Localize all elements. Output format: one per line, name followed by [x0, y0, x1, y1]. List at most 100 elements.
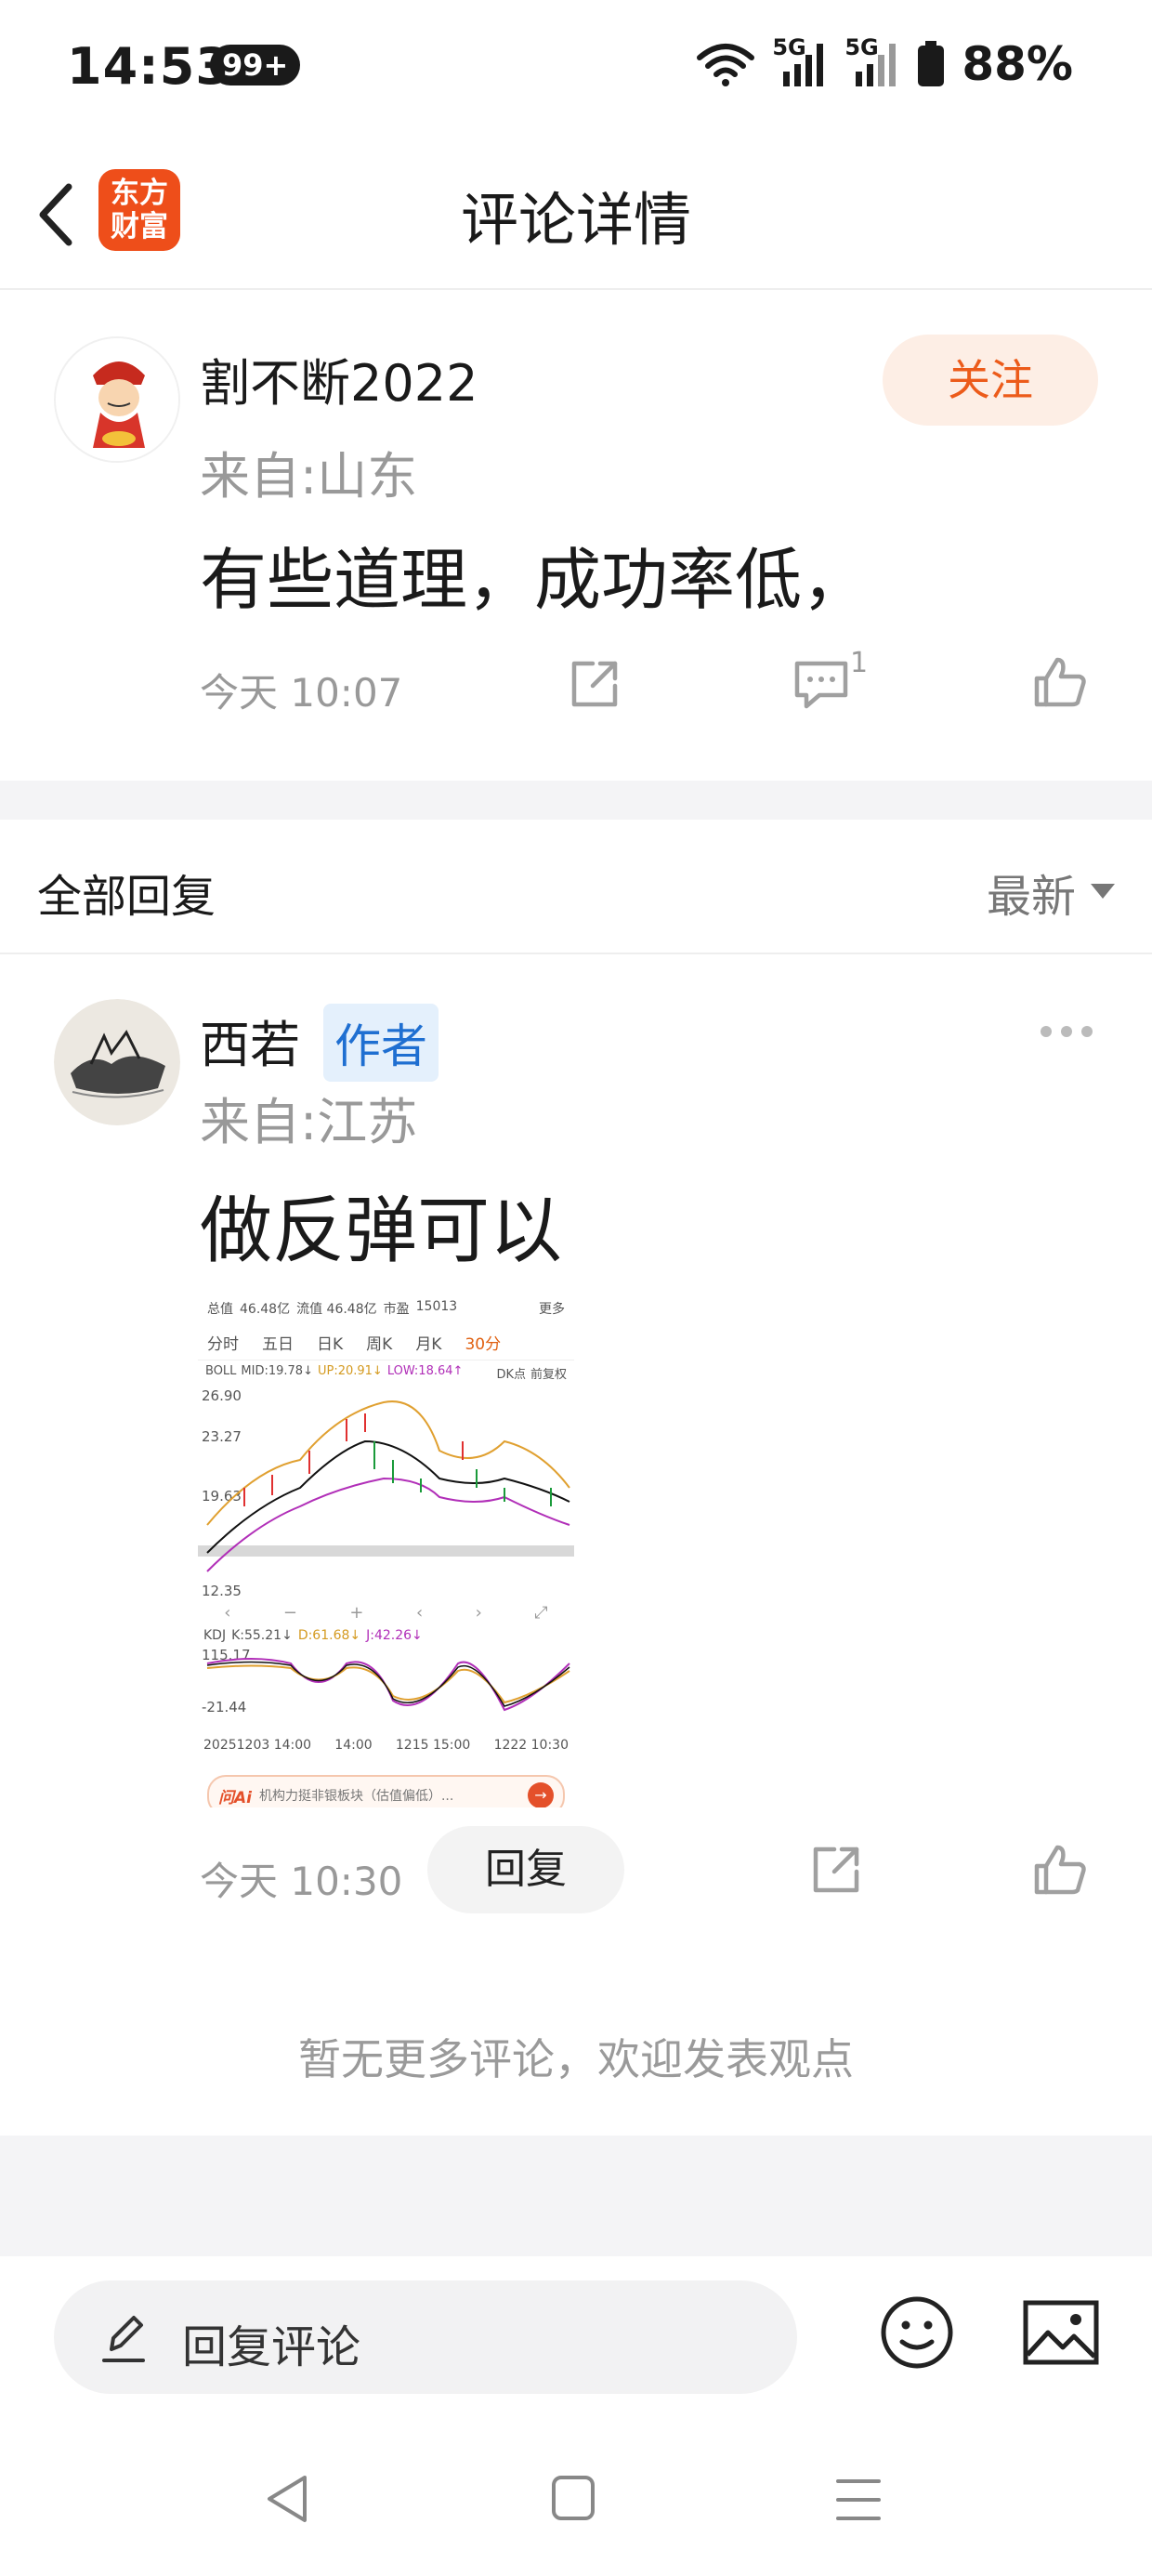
comment-content: 有些道理，成功率低，: [200, 541, 870, 619]
thumb-text: 1222 10:30: [493, 1738, 569, 1753]
nav-home-icon[interactable]: [550, 2474, 596, 2524]
author-badge: 作者: [323, 1004, 439, 1082]
thumb-tab: 周K: [366, 1335, 393, 1354]
reply-input-placeholder: 回复评论: [182, 2321, 361, 2373]
thumb-tab: 五日: [262, 1335, 294, 1354]
header: 东方 财富 评论详情: [0, 139, 1152, 290]
thumb-kdj-chart: 115.17 -21.44: [202, 1647, 570, 1715]
pencil-icon: [102, 2316, 145, 2362]
thumb-boll-low: [206, 1477, 570, 1572]
status-bar: 14:53 99+ 5G 5G 88%: [0, 0, 1152, 139]
thumb-text: KDJ: [203, 1628, 227, 1643]
signal-icon-2: 5G: [844, 34, 900, 88]
comment-time: 今天 10:07: [200, 670, 403, 716]
thumb-text: 前复权: [530, 1368, 567, 1382]
thumb-tabs: 分时 五日 日K 周K 月K 30分: [198, 1321, 574, 1360]
nav-back-icon[interactable]: [262, 2472, 312, 2526]
thumb-tool-icon: +: [349, 1603, 364, 1623]
thumb-tools: ‹ − + ‹ › ⤢: [198, 1599, 574, 1626]
thumb-text: 更多: [539, 1302, 565, 1317]
thumb-price-label: 26.90: [202, 1387, 242, 1404]
thumb-tool-icon: −: [282, 1603, 297, 1623]
ai-logo: 问Ai: [218, 1788, 252, 1807]
thumb-price-label: 12.35: [202, 1583, 242, 1599]
thumb-text: 1215 15:00: [395, 1738, 471, 1753]
reply-time: 今天 10:30: [200, 1859, 403, 1904]
reply-count: 1: [850, 647, 869, 679]
more-options-icon[interactable]: [1037, 1022, 1096, 1041]
page-title: 评论详情: [460, 186, 691, 254]
no-more-comments: 暂无更多评论，欢迎发表观点: [298, 2034, 854, 2084]
thumb-tool-icon: ⤢: [534, 1603, 548, 1623]
bottom-bar: 回复评论: [0, 2256, 1152, 2576]
share-icon[interactable]: [567, 656, 622, 712]
share-icon[interactable]: [808, 1842, 864, 1898]
thumb-boll-mid: [206, 1439, 570, 1554]
thumb-kdj-label: -21.44: [202, 1699, 246, 1715]
thumb-ai-bar: 问Ai 机构力挺非银板块（估值偏低）... →: [207, 1775, 565, 1807]
follow-button[interactable]: 关注: [883, 335, 1098, 426]
all-replies-title: 全部回复: [37, 871, 216, 923]
thumb-tool-icon: ‹: [224, 1603, 231, 1623]
thumb-text: MID:19.78↓: [241, 1364, 313, 1378]
notification-badge: 99+: [210, 45, 301, 85]
signal-icon-1: 5G: [772, 34, 828, 88]
thumb-boll-row: BOLL MID:19.78↓ UP:20.91↓ LOW:18.64↑ DK点…: [198, 1360, 574, 1386]
thumb-text: 市盈: [383, 1302, 410, 1317]
thumb-tab: 分时: [207, 1335, 239, 1354]
thumb-text: 46.48亿: [240, 1302, 291, 1317]
thumb-tool-icon: ‹: [415, 1603, 424, 1623]
wifi-icon: [697, 44, 755, 86]
image-icon[interactable]: [1022, 2299, 1100, 2366]
battery-icon: [918, 41, 945, 86]
comment-username[interactable]: 割不断2022: [200, 342, 478, 415]
sort-label: 最新: [986, 871, 1076, 923]
thumb-band: [198, 1545, 574, 1557]
triangle-down-icon: [1091, 884, 1115, 899]
thumb-text: 流值 46.48亿: [296, 1302, 377, 1317]
emoji-icon[interactable]: [878, 2293, 956, 2372]
comment-location: 来自:山东: [200, 447, 418, 506]
reply-location: 来自:江苏: [200, 1093, 418, 1151]
reply-button[interactable]: 回复: [427, 1826, 624, 1913]
status-icons: 5G 5G 88%: [696, 34, 1073, 91]
thumb-text: J:42.26↓: [366, 1628, 423, 1643]
thumb-text: UP:20.91↓: [317, 1364, 383, 1378]
section-gap: [0, 781, 1152, 820]
divider: [0, 953, 1152, 954]
thumb-text: BOLL: [205, 1364, 237, 1378]
thumb-tool-icon: ›: [475, 1603, 482, 1623]
thumb-ai-text: 机构力挺非银板块（估值偏低）...: [258, 1789, 454, 1804]
thumb-kline-chart: 26.90 23.27 19.63 15.99 12.35: [198, 1387, 574, 1599]
avatar[interactable]: [54, 336, 180, 463]
reply-input[interactable]: 回复评论: [54, 2280, 797, 2394]
reply-image-thumbnail[interactable]: 总值 46.48亿 流值 46.48亿 市盈 15013 更多 分时 五日 日K…: [198, 1292, 574, 1807]
thumb-tab: 日K: [317, 1335, 344, 1354]
thumb-text: LOW:18.64↑: [386, 1364, 464, 1378]
thumb-text: 15013: [415, 1299, 458, 1314]
battery-percent: 88%: [962, 37, 1073, 91]
thumb-kdj-row: KDJ K:55.21↓ D:61.68↓ J:42.26↓: [198, 1626, 574, 1645]
arrow-right-icon: →: [528, 1782, 554, 1807]
thumb-tab: 30分: [465, 1335, 502, 1354]
reply-content: 做反弹可以: [200, 1189, 563, 1273]
sort-dropdown[interactable]: 最新: [987, 860, 1115, 925]
status-time: 14:53: [67, 37, 231, 96]
reply-username[interactable]: 西若: [200, 1004, 300, 1077]
thumb-price-label: 23.27: [202, 1428, 242, 1445]
thumb-text: 总值: [207, 1302, 233, 1317]
thumb-dates: 20251203 14:00 14:00 1215 15:00 1222 10:…: [198, 1738, 574, 1753]
nav-menu-icon[interactable]: [834, 2476, 883, 2524]
thumb-info-row: 总值 46.48亿 流值 46.48亿 市盈 15013 更多: [198, 1292, 574, 1321]
thumb-kdj-d: [206, 1664, 570, 1704]
comment-icon[interactable]: [792, 658, 851, 712]
thumb-text: K:55.21↓: [231, 1628, 293, 1643]
thumb-boll-up: [206, 1400, 570, 1526]
thumb-text: DK点: [496, 1368, 526, 1382]
section-gap: [0, 2136, 1152, 2256]
like-icon[interactable]: [1031, 1842, 1089, 1898]
thumb-text: D:61.68↓: [297, 1628, 361, 1643]
reply-avatar[interactable]: [54, 999, 180, 1125]
like-icon[interactable]: [1031, 654, 1089, 710]
thumb-text: 14:00: [334, 1738, 373, 1753]
